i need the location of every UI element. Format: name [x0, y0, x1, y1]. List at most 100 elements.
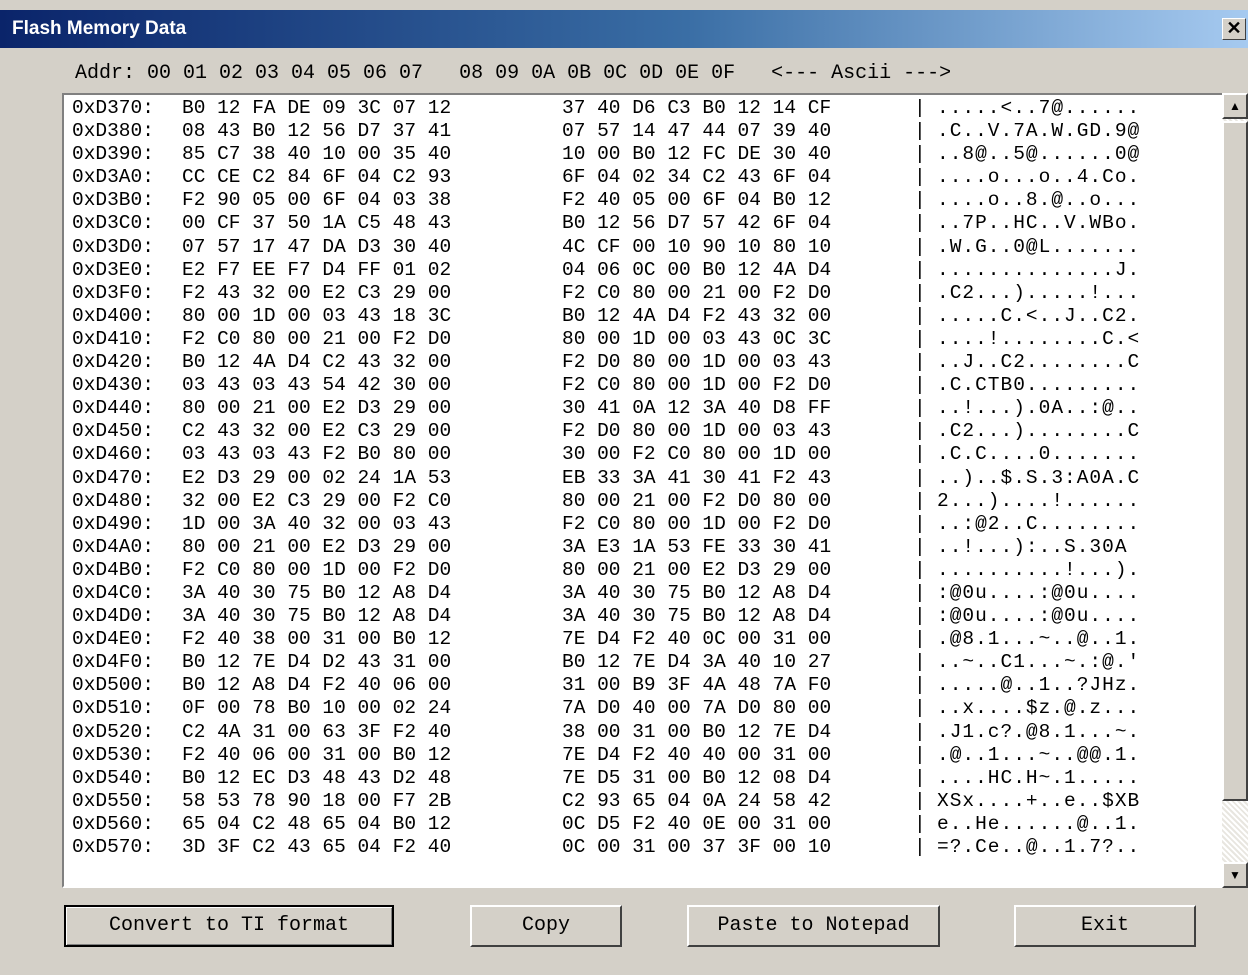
row-address: 0xD380:: [72, 120, 154, 143]
row-separator: |: [914, 674, 926, 697]
row-separator: |: [914, 489, 926, 512]
row-address: 0xD4E0:: [72, 628, 154, 651]
row-separator: |: [914, 212, 926, 235]
row-separator: |: [914, 836, 926, 858]
table-row: 0xD500: B0 12 A8 D4 F2 40 06 00 31 00 B9 3…: [72, 674, 1177, 697]
row-separator: |: [914, 351, 926, 374]
row-separator: |: [914, 812, 926, 835]
row-hex-low: 07 57 17 47 DA D3 30 40: [182, 235, 452, 258]
row-hex-high: 0C 00 31 00 37 3F 00 10: [562, 836, 832, 858]
table-row: 0xD4D0: 3A 40 30 75 B0 12 A8 D4 3A 40 30 7…: [72, 605, 1177, 628]
row-hex-low: E2 F7 EE F7 D4 FF 01 02: [182, 258, 452, 281]
row-hex-low: 1D 00 3A 40 32 00 03 43: [182, 512, 452, 535]
row-separator: |: [914, 558, 926, 581]
row-ascii: XSx....+..e..$XB: [937, 789, 1141, 812]
close-button[interactable]: ✕: [1222, 18, 1246, 40]
row-hex-low: C2 4A 31 00 63 3F F2 40: [182, 720, 452, 743]
row-hex-low: 3A 40 30 75 B0 12 A8 D4: [182, 605, 452, 628]
row-hex-low: B0 12 7E D4 D2 43 31 00: [182, 651, 452, 674]
row-separator: |: [914, 143, 926, 166]
row-address: 0xD550:: [72, 789, 154, 812]
table-row: 0xD4F0: B0 12 7E D4 D2 43 31 00 B0 12 7E D…: [72, 651, 1177, 674]
row-ascii: .C2...)........C: [937, 420, 1141, 443]
row-address: 0xD3A0:: [72, 166, 154, 189]
row-ascii: ..7P..HC..V.WBo.: [937, 212, 1141, 235]
table-row: 0xD3D0: 07 57 17 47 DA D3 30 40 4C CF 00 1…: [72, 236, 1177, 259]
row-hex-low: F2 40 38 00 31 00 B0 12: [182, 628, 452, 651]
row-hex-low: B0 12 FA DE 09 3C 07 12: [182, 97, 452, 119]
table-row: 0xD510: 0F 00 78 B0 10 00 02 24 7A D0 40 0…: [72, 697, 1177, 720]
row-hex-high: 3A 40 30 75 B0 12 A8 D4: [562, 605, 832, 628]
copy-button[interactable]: Copy: [470, 905, 622, 947]
row-ascii: .....<..7@......: [937, 97, 1141, 119]
row-separator: |: [914, 97, 926, 119]
table-row: 0xD3F0: F2 43 32 00 E2 C3 29 00 F2 C0 80 0…: [72, 282, 1177, 305]
close-icon: ✕: [1226, 18, 1242, 38]
row-address: 0xD410:: [72, 327, 154, 350]
table-row: 0xD430: 03 43 03 43 54 42 30 00 F2 C0 80 0…: [72, 374, 1177, 397]
row-separator: |: [914, 120, 926, 143]
row-hex-high: 3A 40 30 75 B0 12 A8 D4: [562, 581, 832, 604]
row-separator: |: [914, 258, 926, 281]
row-hex-high: 6F 04 02 34 C2 43 6F 04: [562, 166, 832, 189]
table-row: 0xD420: B0 12 4A D4 C2 43 32 00 F2 D0 80 0…: [72, 351, 1177, 374]
row-hex-high: 7A D0 40 00 7A D0 80 00: [562, 697, 832, 720]
table-row: 0xD390: 85 C7 38 40 10 00 35 40 10 00 B0 1…: [72, 143, 1177, 166]
vertical-scrollbar[interactable]: ▲ ▼: [1222, 93, 1248, 888]
table-row: 0xD3A0: CC CE C2 84 6F 04 C2 93 6F 04 02 3…: [72, 166, 1177, 189]
row-separator: |: [914, 327, 926, 350]
row-address: 0xD440:: [72, 397, 154, 420]
scroll-down-button[interactable]: ▼: [1222, 862, 1248, 888]
title-bar: Flash Memory Data ✕: [0, 0, 1248, 48]
row-ascii: .C2...).....!...: [937, 281, 1141, 304]
row-separator: |: [914, 420, 926, 443]
row-hex-low: 32 00 E2 C3 29 00 F2 C0: [182, 489, 452, 512]
row-separator: |: [914, 651, 926, 674]
row-address: 0xD3E0:: [72, 258, 154, 281]
row-hex-low: CC CE C2 84 6F 04 C2 93: [182, 166, 452, 189]
row-address: 0xD4D0:: [72, 605, 154, 628]
row-hex-high: B0 12 7E D4 3A 40 10 27: [562, 651, 832, 674]
row-hex-low: 85 C7 38 40 10 00 35 40: [182, 143, 452, 166]
row-hex-low: F2 C0 80 00 21 00 F2 D0: [182, 327, 452, 350]
row-ascii: ..!...):..S.30A: [937, 535, 1128, 558]
row-hex-low: 80 00 1D 00 03 43 18 3C: [182, 304, 452, 327]
row-hex-high: 0C D5 F2 40 0E 00 31 00: [562, 812, 832, 835]
table-row: 0xD450: C2 43 32 00 E2 C3 29 00 F2 D0 80 0…: [72, 420, 1177, 443]
table-row: 0xD3C0: 00 CF 37 50 1A C5 48 43 B0 12 56 D…: [72, 212, 1177, 235]
convert-to-ti-format-button[interactable]: Convert to TI format: [64, 905, 394, 947]
row-address: 0xD570:: [72, 836, 154, 858]
table-row: 0xD370: B0 12 FA DE 09 3C 07 12 37 40 D6 C…: [72, 97, 1177, 120]
row-address: 0xD390:: [72, 143, 154, 166]
row-hex-low: F2 43 32 00 E2 C3 29 00: [182, 281, 452, 304]
row-address: 0xD560:: [72, 812, 154, 835]
row-hex-high: F2 D0 80 00 1D 00 03 43: [562, 420, 832, 443]
row-ascii: :@0u....:@0u....: [937, 581, 1141, 604]
row-hex-high: B0 12 56 D7 57 42 6F 04: [562, 212, 832, 235]
scroll-thumb[interactable]: [1222, 121, 1248, 801]
row-ascii: =?.Ce..@..1.7?..: [937, 836, 1141, 858]
row-hex-high: 3A E3 1A 53 FE 33 30 41: [562, 535, 832, 558]
paste-to-notepad-button[interactable]: Paste to Notepad: [687, 905, 940, 947]
table-row: 0xD470: E2 D3 29 00 02 24 1A 53 EB 33 3A 4…: [72, 467, 1177, 490]
hex-dump-view[interactable]: 0xD370: B0 12 FA DE 09 3C 07 12 37 40 D6 C…: [62, 93, 1222, 888]
exit-button[interactable]: Exit: [1014, 905, 1196, 947]
row-address: 0xD370:: [72, 97, 154, 119]
row-address: 0xD400:: [72, 304, 154, 327]
row-address: 0xD3F0:: [72, 281, 154, 304]
row-ascii: ..)..$.S.3:A0A.C: [937, 466, 1141, 489]
table-row: 0xD4E0: F2 40 38 00 31 00 B0 12 7E D4 F2 4…: [72, 628, 1177, 651]
row-hex-low: 3A 40 30 75 B0 12 A8 D4: [182, 581, 452, 604]
table-row: 0xD4C0: 3A 40 30 75 B0 12 A8 D4 3A 40 30 7…: [72, 582, 1177, 605]
table-row: 0xD440: 80 00 21 00 E2 D3 29 00 30 41 0A 1…: [72, 397, 1177, 420]
table-row: 0xD3E0: E2 F7 EE F7 D4 FF 01 02 04 06 0C 0…: [72, 259, 1177, 282]
table-row: 0xD550: 58 53 78 90 18 00 F7 2B C2 93 65 0…: [72, 790, 1177, 813]
row-hex-high: 38 00 31 00 B0 12 7E D4: [562, 720, 832, 743]
scroll-up-button[interactable]: ▲: [1222, 93, 1248, 119]
row-hex-high: 04 06 0C 00 B0 12 4A D4: [562, 258, 832, 281]
table-row: 0xD4B0: F2 C0 80 00 1D 00 F2 D0 80 00 21 0…: [72, 559, 1177, 582]
row-hex-low: 65 04 C2 48 65 04 B0 12: [182, 812, 452, 835]
row-separator: |: [914, 535, 926, 558]
row-address: 0xD460:: [72, 443, 154, 466]
row-hex-high: 07 57 14 47 44 07 39 40: [562, 120, 832, 143]
